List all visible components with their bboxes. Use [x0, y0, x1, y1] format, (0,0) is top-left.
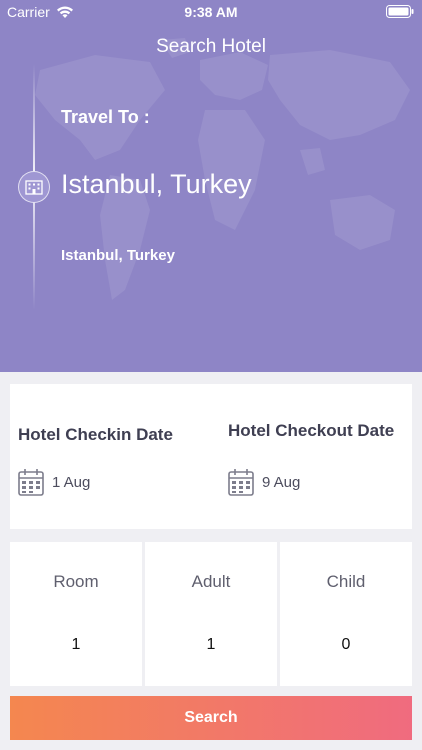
checkout-date-picker[interactable]: 9 Aug [228, 468, 300, 496]
status-bar: Carrier 9:38 AM [0, 0, 422, 24]
room-value[interactable]: 1 [10, 636, 142, 654]
calendar-icon [18, 469, 44, 496]
child-value[interactable]: 0 [280, 636, 412, 654]
destination-subtitle: Istanbul, Turkey [61, 247, 175, 264]
page-title: Search Hotel [156, 36, 266, 57]
adult-count-card[interactable]: Adult 1 [145, 542, 277, 686]
room-label: Room [53, 572, 99, 591]
room-count-card[interactable]: Room 1 [10, 542, 142, 686]
checkin-date-label: Hotel Checkin Date [18, 425, 173, 444]
hero-header: Carrier 9:38 AM Search Hotel Travel To : [0, 0, 422, 372]
adult-value[interactable]: 1 [145, 636, 277, 654]
status-time: 9:38 AM [184, 4, 238, 20]
checkin-date-section[interactable]: Hotel Checkin Date 1 Aug [18, 384, 208, 529]
child-label: Child [326, 572, 366, 591]
search-button[interactable]: Search [10, 696, 412, 740]
battery-icon [386, 5, 414, 18]
hotel-node [18, 171, 50, 203]
checkin-date-value: 1 Aug [52, 473, 91, 491]
guest-counts: Room 1 Adult 1 Child 0 [10, 542, 412, 686]
hotel-building-icon [25, 180, 43, 195]
travel-to-label: Travel To : [61, 107, 150, 127]
child-count-card[interactable]: Child 0 [280, 542, 412, 686]
checkin-date-picker[interactable]: 1 Aug [18, 468, 90, 496]
checkout-date-section[interactable]: Hotel Checkout Date 9 Aug [228, 384, 412, 529]
dates-card: Hotel Checkin Date 1 Aug Hotel Checkout … [10, 384, 412, 529]
adult-label: Adult [191, 572, 231, 591]
checkout-date-label: Hotel Checkout Date [228, 421, 395, 440]
calendar-icon [228, 469, 254, 496]
destination-city[interactable]: Istanbul, Turkey [61, 169, 252, 200]
checkout-date-value: 9 Aug [262, 473, 301, 491]
